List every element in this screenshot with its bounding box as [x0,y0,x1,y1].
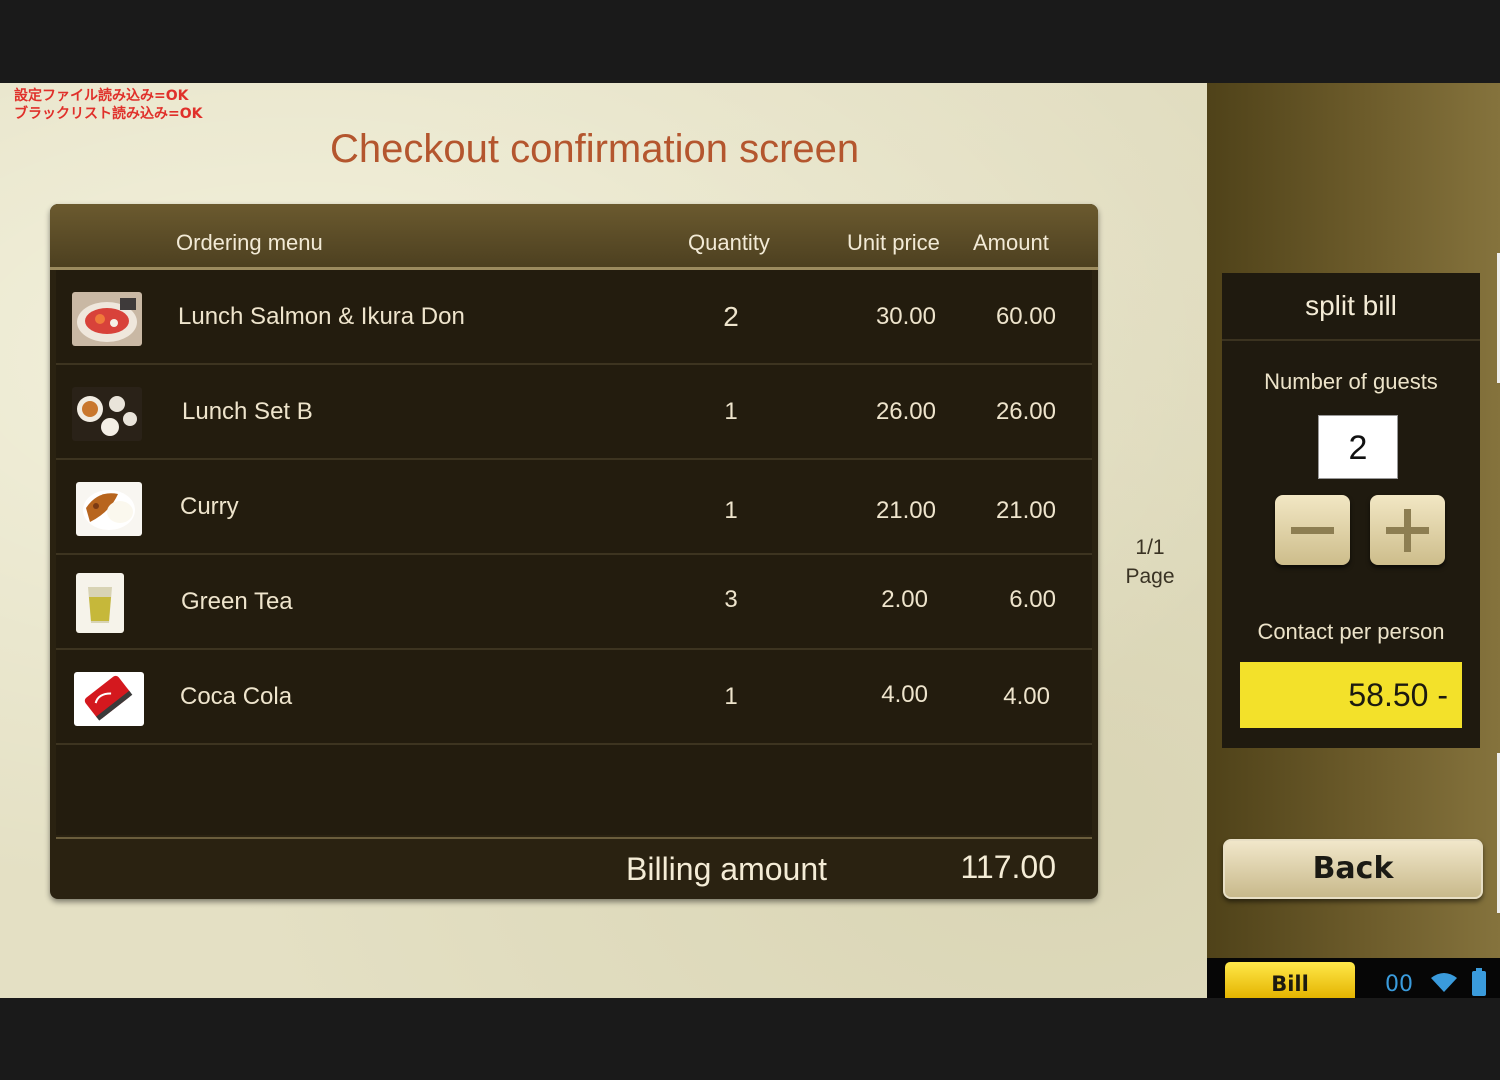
debug-line: ブラックリスト読み込み=OK [14,106,203,122]
number-of-guests-field[interactable]: 2 [1318,415,1398,479]
item-name: Lunch Salmon & Ikura Don [178,303,465,330]
table-row[interactable]: Lunch Set B 1 26.00 26.00 [56,365,1092,460]
table-row[interactable]: Curry 1 21.00 21.00 [56,460,1092,555]
item-unit-price: 30.00 [875,303,936,330]
table-body: Lunch Salmon & Ikura Don 2 30.00 60.00 L… [56,270,1092,835]
table-row[interactable]: Coca Cola 1 4.00 4.00 [56,650,1092,745]
item-quantity: 1 [724,683,738,710]
item-name: Curry [180,493,239,520]
header-amount: Amount [973,230,1049,255]
item-amount: 4.00 [1003,683,1050,710]
debug-log: 設定ファイル読み込み=OK ブラックリスト読み込み=OK [14,87,202,123]
status-clock: 00 [1385,972,1413,997]
increase-guests-button[interactable] [1370,495,1445,565]
table-footer: Billing amount 117.00 [56,837,1092,899]
wifi-icon [1431,973,1457,992]
coca-cola-photo [74,672,144,726]
item-unit-price: 4.00 [881,681,928,708]
item-quantity: 1 [724,497,738,524]
header-unit-price: Unit price [847,230,940,255]
app-screen: 設定ファイル読み込み=OK ブラックリスト読み込み=OK Checkout co… [0,83,1500,998]
header-ordering-menu: Ordering menu [176,230,323,255]
split-bill-title: split bill [1222,273,1480,341]
page-indicator: 1/1 Page [1110,533,1190,591]
header-quantity: Quantity [688,230,770,255]
order-table: Ordering menu Quantity Unit price Amount [50,204,1098,899]
item-amount: 6.00 [1009,586,1056,613]
billing-amount-value: 117.00 [960,849,1057,885]
table-row[interactable]: Lunch Salmon & Ikura Don 2 30.00 60.00 [56,270,1092,365]
item-unit-price: 2.00 [881,586,928,613]
table-row[interactable]: Green Tea 3 2.00 6.00 [56,555,1092,650]
per-person-amount: 58.50 - [1240,662,1462,728]
item-name: Coca Cola [180,683,293,710]
battery-icon [1472,968,1486,996]
number-of-guests-label: Number of guests [1264,369,1438,394]
bill-tab[interactable]: Bill [1225,962,1355,998]
back-button[interactable]: Back [1223,839,1483,899]
item-unit-price: 21.00 [875,497,936,524]
per-person-label: Contact per person [1257,619,1445,644]
item-quantity: 3 [724,586,738,613]
item-amount: 21.00 [995,497,1056,524]
decrease-guests-button[interactable] [1275,495,1350,565]
billing-amount-label: Billing amount [626,851,827,887]
green-tea-photo [76,573,124,633]
page-number: 1/1 [1135,536,1165,559]
item-name: Green Tea [181,588,293,615]
item-name: Lunch Set B [182,398,313,425]
curry-photo [76,482,142,536]
plus-icon [1386,509,1429,552]
split-bill-panel: split bill Number of guests 2 Contact pe… [1222,273,1480,748]
lunch-set-photo [72,387,142,441]
minus-icon [1291,527,1334,534]
item-quantity: 2 [723,301,739,332]
item-quantity: 1 [724,398,738,425]
page-title: Checkout confirmation screen [330,127,860,171]
debug-line: 設定ファイル読み込み=OK [14,88,189,104]
table-header: Ordering menu Quantity Unit price Amount [50,204,1098,270]
item-amount: 26.00 [995,398,1056,425]
page-label: Page [1125,565,1175,588]
item-amount: 60.00 [995,303,1056,330]
salmon-don-photo [72,292,142,346]
status-bar: Bill 00 [1207,958,1500,998]
item-unit-price: 26.00 [875,398,936,425]
